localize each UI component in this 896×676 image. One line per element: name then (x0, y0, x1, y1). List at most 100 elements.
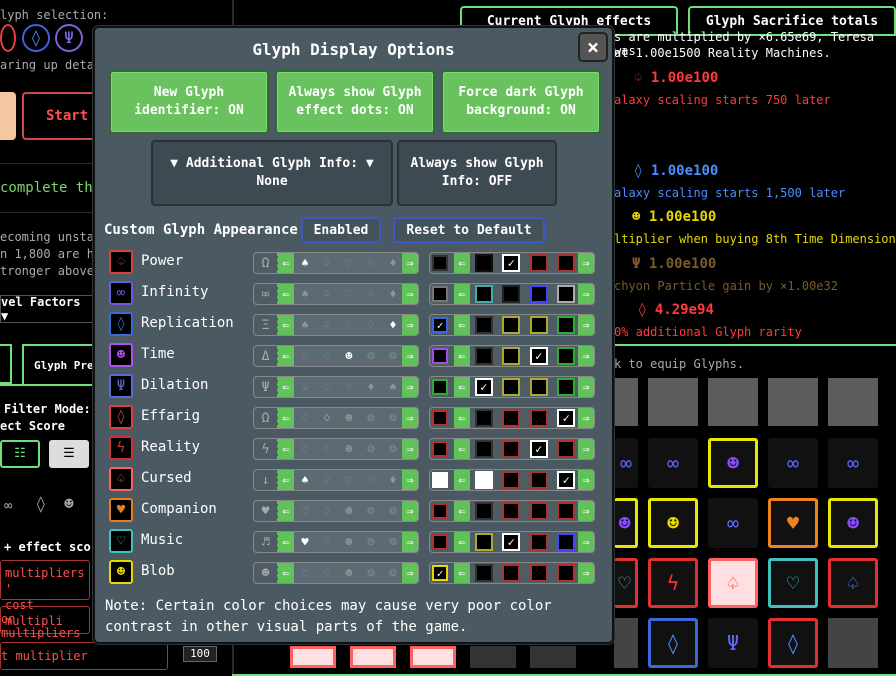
arrow-left-icon[interactable]: ⇐ (454, 470, 470, 490)
color-selector[interactable]: ⇐ ⇒ (429, 500, 595, 522)
symbol-option[interactable]: ♢ (323, 566, 330, 580)
glyph-tile[interactable]: Ψ (708, 618, 758, 668)
inventory-slot[interactable] (828, 618, 878, 668)
symbol-option[interactable]: ♤ (301, 380, 308, 394)
inventory-slot[interactable] (828, 378, 878, 426)
glyph-tile[interactable]: ∞ (768, 438, 818, 488)
arrow-left-icon[interactable]: ⇐ (278, 563, 294, 583)
symbol-option[interactable]: ♢ (367, 256, 374, 270)
color-swatch[interactable] (502, 378, 521, 396)
symbol-option[interactable]: ♡ (323, 380, 330, 394)
arrow-left-icon[interactable]: ⇐ (278, 377, 294, 397)
arrow-right-icon[interactable]: ⇒ (402, 408, 418, 428)
color-swatch[interactable] (557, 533, 576, 551)
symbol-selector[interactable]: Ω ⇐ ♡ ♢ ☻ ☹ ☺ ⇒ (253, 407, 419, 429)
symbol-option[interactable]: ☹ (367, 442, 374, 456)
glyph-choice-dilation[interactable]: Ψ (55, 24, 83, 52)
color-swatch[interactable]: ✓ (474, 378, 493, 396)
color-swatch[interactable] (502, 471, 521, 489)
color-selector[interactable]: ⇐ ✓ ⇒ (429, 252, 595, 274)
symbol-option[interactable]: ♦ (389, 256, 396, 270)
symbol-option[interactable]: ☺ (389, 566, 396, 580)
glyph-tile[interactable]: ♥ (768, 498, 818, 548)
left-peach-button[interactable] (0, 92, 16, 140)
symbol-option[interactable]: ☹ (367, 504, 374, 518)
symbol-selector[interactable]: ϟ ⇐ ♡ ♢ ☻ ☹ ☺ ⇒ (253, 438, 419, 460)
symbol-option[interactable]: ♡ (301, 442, 308, 456)
symbol-option[interactable]: ♡ (345, 318, 352, 332)
symbol-option[interactable]: ☹ (367, 411, 374, 425)
arrow-right-icon[interactable]: ⇒ (578, 284, 594, 304)
symbol-option[interactable]: ♠ (301, 287, 308, 301)
arrow-left-icon[interactable]: ⇐ (278, 284, 294, 304)
arrow-right-icon[interactable]: ⇒ (578, 532, 594, 552)
symbol-option[interactable]: ♢ (367, 473, 374, 487)
arrow-left-icon[interactable]: ⇐ (454, 408, 470, 428)
color-selector[interactable]: ⇐ ✓ ⇒ (429, 531, 595, 553)
inventory-slot[interactable] (708, 378, 758, 426)
glyph-tile[interactable]: ☻ (614, 498, 638, 548)
arrow-right-icon[interactable]: ⇒ (578, 346, 594, 366)
always-show-info-toggle[interactable]: Always show Glyph Info: OFF (397, 140, 557, 206)
color-selector[interactable]: ✓ ⇐ ⇒ (429, 562, 595, 584)
arrow-left-icon[interactable]: ⇐ (278, 253, 294, 273)
symbol-option[interactable]: ♢ (323, 349, 330, 363)
color-swatch[interactable] (474, 285, 493, 303)
symbol-selector[interactable]: ↓ ⇐ ♠ ♤ ♡ ♢ ♦ ⇒ (253, 469, 419, 491)
inventory-slot[interactable] (470, 646, 516, 668)
glyph-tile[interactable]: ∞ (828, 438, 878, 488)
arrow-left-icon[interactable]: ⇐ (454, 532, 470, 552)
symbol-option[interactable]: ♠ (301, 318, 308, 332)
symbol-selector[interactable]: Ω ⇐ ♠ ♤ ♡ ♢ ♦ ⇒ (253, 252, 419, 274)
symbol-selector[interactable]: ∞ ⇐ ♠ ♤ ♡ ♢ ♦ ⇒ (253, 283, 419, 305)
force-dark-bg-toggle[interactable]: Force dark Glyph background: ON (441, 70, 601, 134)
arrow-right-icon[interactable]: ⇒ (402, 346, 418, 366)
arrow-left-icon[interactable]: ⇐ (454, 377, 470, 397)
symbol-selector[interactable]: Δ ⇐ ♡ ♢ ☻ ☹ ☺ ⇒ (253, 345, 419, 367)
symbol-option[interactable]: ☻ (345, 411, 352, 425)
glyph-tile[interactable]: ∞ (708, 498, 758, 548)
color-swatch[interactable]: ✓ (557, 409, 576, 427)
custom-appearance-enabled-button[interactable]: Enabled (301, 217, 381, 243)
glyph-tile[interactable]: ◊ (768, 618, 818, 668)
symbol-option[interactable]: ♡ (301, 411, 308, 425)
arrow-left-icon[interactable]: ⇐ (454, 315, 470, 335)
new-glyph-identifier-toggle[interactable]: New Glyph identifier: ON (109, 70, 269, 134)
symbol-option[interactable]: ♡ (345, 473, 352, 487)
color-swatch[interactable] (502, 564, 521, 582)
inventory-slot[interactable] (768, 378, 818, 426)
color-swatch[interactable] (529, 564, 548, 582)
color-swatch[interactable] (474, 502, 493, 520)
symbol-option[interactable]: ♦ (389, 473, 396, 487)
additional-info-dropdown[interactable]: ▼ Additional Glyph Info: ▼ None (151, 140, 393, 206)
symbol-selector[interactable]: Ξ ⇐ ♠ ♤ ♡ ♢ ♦ ⇒ (253, 314, 419, 336)
symbol-selector[interactable]: ♬ ⇐ ♥ ♢ ☻ ☹ ☺ ⇒ (253, 531, 419, 553)
color-swatch[interactable] (474, 440, 493, 458)
symbol-option[interactable]: ♢ (367, 318, 374, 332)
symbol-option[interactable]: ♦ (389, 318, 396, 332)
color-swatch[interactable] (502, 285, 521, 303)
symbol-option[interactable]: ♢ (323, 442, 330, 456)
color-swatch[interactable]: ✓ (529, 347, 548, 365)
arrow-right-icon[interactable]: ⇒ (578, 563, 594, 583)
symbol-option[interactable]: ♠ (301, 256, 308, 270)
symbol-option[interactable]: ☺ (389, 349, 396, 363)
color-swatch[interactable] (529, 502, 548, 520)
color-selector[interactable]: ⇐ ✓ ⇒ (429, 345, 595, 367)
inventory-slot[interactable] (614, 618, 638, 668)
inventory-slot[interactable] (530, 646, 576, 668)
symbol-option[interactable]: ☺ (389, 411, 396, 425)
color-swatch[interactable] (529, 471, 548, 489)
color-swatch[interactable] (529, 409, 548, 427)
arrow-right-icon[interactable]: ⇒ (402, 532, 418, 552)
arrow-left-icon[interactable]: ⇐ (454, 284, 470, 304)
tab-left-edge[interactable] (0, 344, 12, 384)
tab-glyph-presets[interactable]: Glyph Pre (22, 344, 97, 384)
color-swatch[interactable] (502, 502, 521, 520)
glyph-tile[interactable]: ♤ (708, 558, 758, 608)
symbol-selector[interactable]: Ψ ⇐ ♤ ♡ ♢ ♦ ♠ ⇒ (253, 376, 419, 398)
glyph-tile[interactable]: ∞ (614, 438, 638, 488)
symbol-selector[interactable]: ♥ ⇐ ♡ ♢ ☻ ☹ ☺ ⇒ (253, 500, 419, 522)
color-swatch[interactable]: ✓ (557, 471, 576, 489)
color-selector[interactable]: ⇐ ✓ ⇒ (429, 438, 595, 460)
